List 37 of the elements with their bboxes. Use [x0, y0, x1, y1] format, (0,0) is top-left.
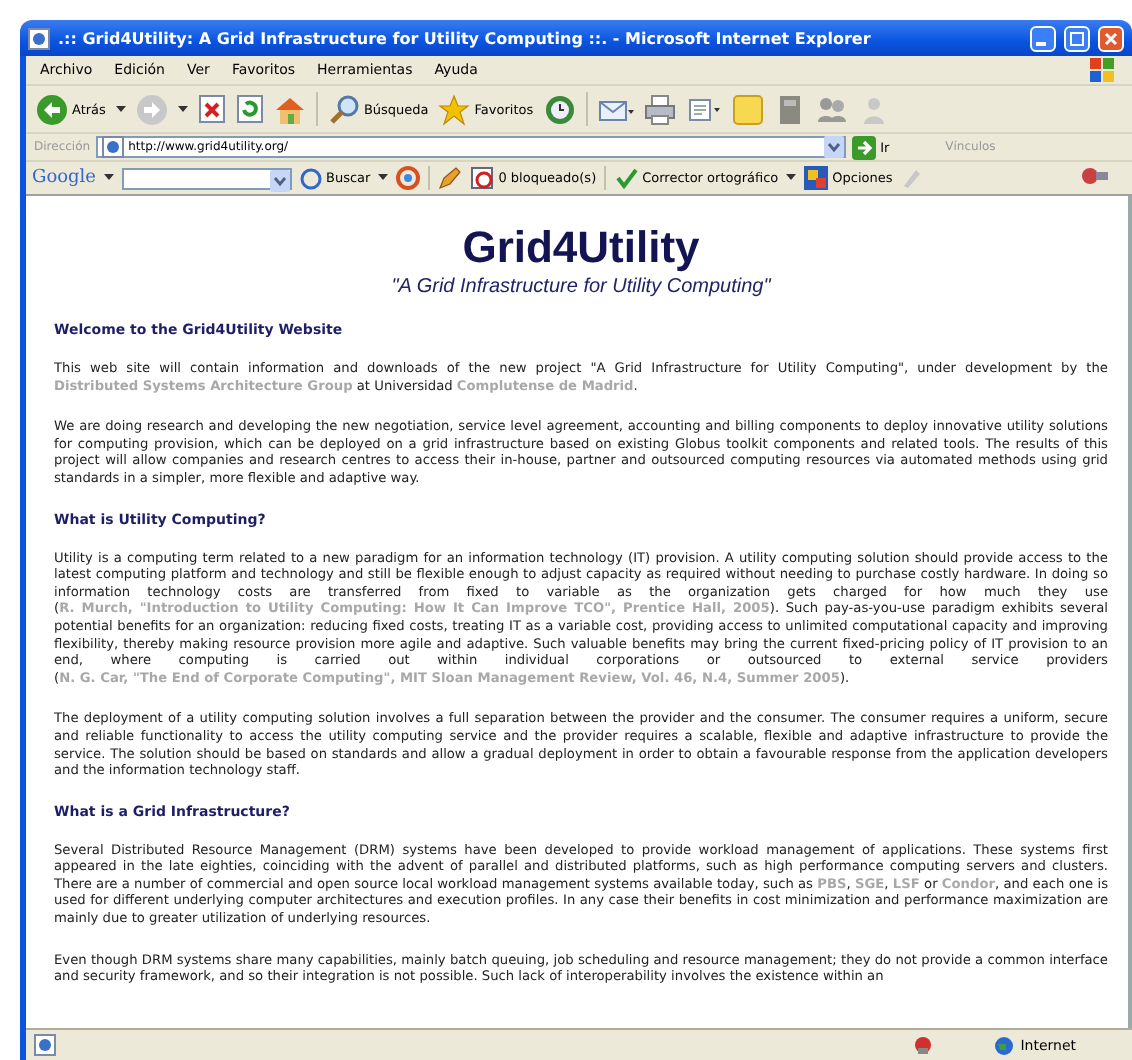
popup-blocker-icon[interactable] [470, 166, 495, 190]
site-title: Grid4Utility [462, 222, 700, 274]
options-icon[interactable] [804, 166, 829, 190]
search-icon[interactable] [300, 167, 322, 189]
home-icon[interactable] [273, 93, 306, 125]
windows-logo-icon [1088, 56, 1116, 84]
close-icon[interactable] [1104, 31, 1118, 45]
pencil-icon[interactable] [438, 166, 463, 190]
caret-icon[interactable] [177, 105, 188, 113]
page-icon [102, 136, 125, 158]
caret-icon[interactable] [104, 174, 114, 182]
page-icon [34, 1034, 56, 1056]
printer-icon[interactable] [643, 93, 676, 125]
caret-icon[interactable] [115, 105, 126, 113]
site-subtitle: "A Grid Infrastructure for Utility Computing" [391, 276, 771, 298]
globe-icon [994, 1035, 1015, 1055]
google-logo[interactable]: Google [32, 168, 96, 188]
note-icon[interactable] [731, 93, 764, 125]
spellcheck-icon[interactable] [614, 166, 639, 190]
caret-icon[interactable] [378, 174, 389, 182]
google-search-field[interactable] [122, 167, 292, 189]
refresh-icon[interactable] [235, 94, 264, 124]
maximize-button[interactable] [1064, 25, 1090, 51]
stop-icon[interactable] [197, 94, 226, 124]
close-button[interactable] [1098, 25, 1124, 51]
caret-icon[interactable] [786, 174, 797, 182]
back-icon[interactable] [36, 93, 68, 125]
window-title: .:: Grid4Utility: A Grid Infrastructure for Utility Computing ::. - Microsoft Internet Explorer [58, 29, 873, 47]
minimize-button[interactable] [1030, 25, 1056, 51]
history-icon[interactable] [543, 93, 576, 125]
page-icon [28, 27, 50, 49]
go-icon[interactable] [852, 135, 877, 159]
messenger-icon[interactable] [815, 93, 848, 125]
search-icon[interactable] [327, 93, 360, 125]
maximize-icon[interactable] [1070, 31, 1084, 45]
document-icon[interactable] [685, 93, 722, 125]
star-icon[interactable] [438, 93, 471, 125]
